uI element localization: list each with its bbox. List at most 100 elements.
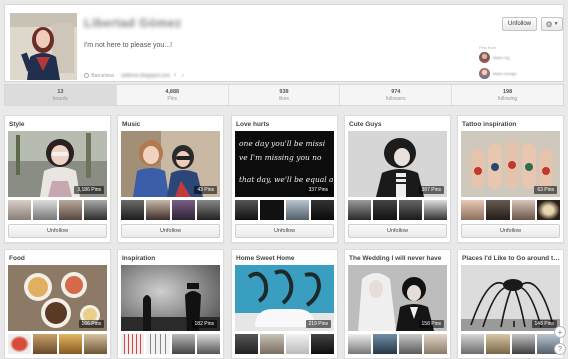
board-thumbnail[interactable] xyxy=(8,334,32,354)
board-title[interactable]: Tattoo inspiration xyxy=(462,121,561,128)
board-thumbnail[interactable] xyxy=(398,334,422,354)
board-card-cute-guys[interactable]: Cute Guys 387 Pins Unfollow xyxy=(344,115,451,243)
board-title[interactable]: Food xyxy=(9,255,108,262)
board-cover-image[interactable]: 148 Pins xyxy=(461,265,560,331)
stat-label: boards xyxy=(52,95,69,102)
board-title[interactable]: Cute Guys xyxy=(349,121,448,128)
stat-followers[interactable]: 974 followers xyxy=(340,85,453,105)
board-cover-image[interactable]: 3,186 Pins xyxy=(8,131,107,197)
board-thumbnail[interactable] xyxy=(146,334,170,354)
board-pin-count: 387 Pins xyxy=(418,186,444,194)
board-thumbnails xyxy=(348,334,447,354)
board-title[interactable]: Home Sweet Home xyxy=(236,255,335,262)
board-thumbnail[interactable] xyxy=(461,200,485,220)
board-cover-image[interactable]: 43 Pins xyxy=(121,131,220,197)
board-thumbnail[interactable] xyxy=(235,200,259,220)
board-cover-image[interactable]: 158 Pins xyxy=(348,265,447,331)
board-thumbnail[interactable] xyxy=(310,334,334,354)
board-thumbnail[interactable] xyxy=(8,200,32,220)
board-card-places[interactable]: Places I'd Like to Go around the world 1… xyxy=(457,249,564,359)
board-cover-image[interactable]: 63 Pins xyxy=(461,131,560,197)
board-thumbnail[interactable] xyxy=(260,334,284,354)
board-card-inspiration[interactable]: Inspiration 182 Pins xyxy=(117,249,224,359)
board-title[interactable]: Style xyxy=(9,121,108,128)
board-cover-image[interactable]: 182 Pins xyxy=(121,265,220,331)
board-thumbnail[interactable] xyxy=(196,200,220,220)
plus-icon[interactable]: + xyxy=(554,326,566,338)
help-icon[interactable]: ? xyxy=(554,343,566,355)
board-thumbnail[interactable] xyxy=(146,200,170,220)
board-thumbnail[interactable] xyxy=(423,334,447,354)
board-cover-image[interactable]: 166 Pins xyxy=(8,265,107,331)
stat-label: likes xyxy=(278,95,289,102)
location-pin-icon xyxy=(84,73,89,78)
board-thumbnail[interactable] xyxy=(83,200,107,220)
board-card-music[interactable]: Music 43 Pins Unfollow xyxy=(117,115,224,243)
pins-from-user[interactable]: Mario Gg xyxy=(479,52,509,63)
board-thumbnail[interactable] xyxy=(423,200,447,220)
board-thumbnail[interactable] xyxy=(486,334,510,354)
unfollow-board-button[interactable]: Unfollow xyxy=(235,224,334,238)
unfollow-board-button[interactable]: Unfollow xyxy=(8,224,107,238)
board-title[interactable]: The Wedding I will never have xyxy=(349,255,448,262)
unfollow-board-button[interactable]: Unfollow xyxy=(348,224,447,238)
board-thumbnail[interactable] xyxy=(121,200,145,220)
unfollow-board-button[interactable]: Unfollow xyxy=(121,224,220,238)
board-thumbnail[interactable] xyxy=(235,334,259,354)
profile-website[interactable]: address.blogspot.com xyxy=(121,73,170,79)
board-thumbnail[interactable] xyxy=(511,200,535,220)
board-thumbnail[interactable] xyxy=(58,200,82,220)
stat-pins[interactable]: 4,888 Pins xyxy=(117,85,229,105)
board-thumbnail[interactable] xyxy=(260,200,284,220)
board-thumbnail[interactable] xyxy=(486,200,510,220)
unfollow-board-button[interactable]: Unfollow xyxy=(461,224,560,238)
stat-label: followers xyxy=(385,95,406,102)
board-thumbnail[interactable] xyxy=(373,334,397,354)
board-thumbnail[interactable] xyxy=(348,200,372,220)
pins-from-user[interactable]: Mario Design xyxy=(479,68,517,79)
board-pin-count: 148 Pins xyxy=(531,320,557,328)
board-cover-image[interactable]: one day you'll be missi ve I'm missing y… xyxy=(235,131,334,197)
board-pin-count: 219 Pins xyxy=(305,320,331,328)
stat-following[interactable]: 198 following xyxy=(452,85,563,105)
stat-likes[interactable]: 938 likes xyxy=(229,85,341,105)
board-thumbnail[interactable] xyxy=(33,334,57,354)
board-card-love-hurts[interactable]: Love hurts one day you'll be missi ve I'… xyxy=(231,115,338,243)
board-thumbnail[interactable] xyxy=(461,334,485,354)
board-thumbnail[interactable] xyxy=(171,334,195,354)
board-thumbnail[interactable] xyxy=(398,200,422,220)
board-title[interactable]: Music xyxy=(122,121,221,128)
gear-icon: ⚙ xyxy=(545,19,553,29)
board-thumbnail[interactable] xyxy=(285,334,309,354)
chevron-down-icon: ▼ xyxy=(553,21,559,27)
board-cover-image[interactable]: 387 Pins xyxy=(348,131,447,197)
board-thumbnail[interactable] xyxy=(511,334,535,354)
board-thumbnail[interactable] xyxy=(373,200,397,220)
board-thumbnail[interactable] xyxy=(348,334,372,354)
board-card-home-sweet-home[interactable]: Home Sweet Home 219 Pins xyxy=(231,249,338,359)
board-card-the-wedding[interactable]: The Wedding I will never have 158 Pins xyxy=(344,249,451,359)
board-thumbnail[interactable] xyxy=(58,334,82,354)
unfollow-button[interactable]: Unfollow xyxy=(502,17,537,31)
board-thumbnail[interactable] xyxy=(196,334,220,354)
board-thumbnail[interactable] xyxy=(536,200,560,220)
profile-avatar[interactable] xyxy=(10,13,77,80)
board-thumbnail[interactable] xyxy=(171,200,195,220)
social-icons[interactable]: f ✓ xyxy=(174,73,187,79)
board-thumbnails xyxy=(235,334,334,354)
stat-boards[interactable]: 13 boards xyxy=(5,85,117,105)
board-title[interactable]: Places I'd Like to Go around the world xyxy=(462,255,561,262)
board-card-food[interactable]: Food 166 Pins xyxy=(4,249,111,359)
board-thumbnail[interactable] xyxy=(285,200,309,220)
board-thumbnail[interactable] xyxy=(121,334,145,354)
board-thumbnail[interactable] xyxy=(310,200,334,220)
settings-menu-button[interactable]: ⚙ ▼ xyxy=(541,17,563,31)
stat-number: 938 xyxy=(279,88,289,95)
board-title[interactable]: Inspiration xyxy=(122,255,221,262)
board-title[interactable]: Love hurts xyxy=(236,121,335,128)
board-card-style[interactable]: Style 3,186 Pins Unfollow xyxy=(4,115,111,243)
board-thumbnail[interactable] xyxy=(33,200,57,220)
board-cover-image[interactable]: 219 Pins xyxy=(235,265,334,331)
board-thumbnail[interactable] xyxy=(83,334,107,354)
board-card-tattoo-inspiration[interactable]: Tattoo inspiration 63 Pins Unfollow xyxy=(457,115,564,243)
